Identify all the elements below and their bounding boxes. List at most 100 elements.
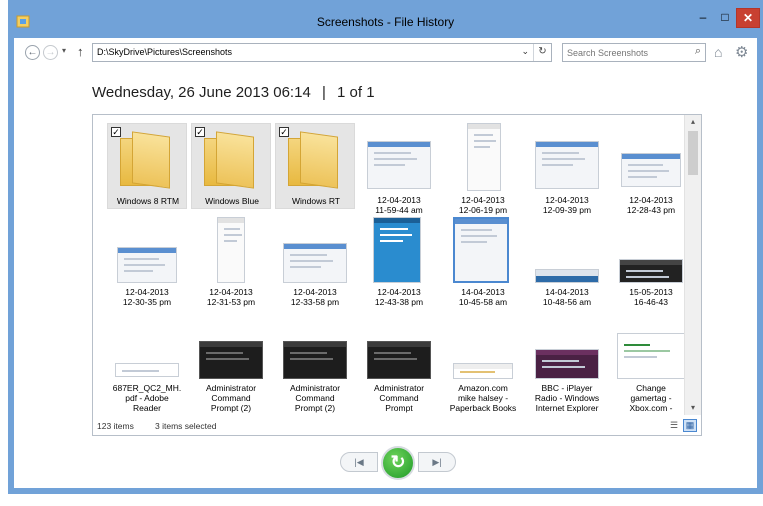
status-bar: 123 items 3 items selected ☰ ▦ <box>93 417 701 435</box>
folder-item[interactable]: ✓ Windows 8 RTM <box>107 123 187 209</box>
thumbnail <box>453 217 509 283</box>
thumbnail <box>617 333 685 379</box>
window-frame: Screenshots - File History – □ ✕ ← → ▾ ↑… <box>8 0 763 494</box>
thumbnail <box>283 243 347 283</box>
window-title: Screenshots - File History <box>316 15 455 29</box>
item-label: Administrator Command Prompt <box>373 383 425 413</box>
heading-separator: | <box>321 84 326 101</box>
item-label: Administrator Command Prompt (2) <box>289 383 341 413</box>
thumbnail <box>621 153 681 187</box>
address-path[interactable]: D:\SkyDrive\Pictures\Screenshots <box>97 47 232 57</box>
file-item[interactable]: Administrator Command Prompt (2) <box>191 311 271 415</box>
file-item[interactable]: 687ER_QC2_MH. pdf - Adobe Reader <box>107 311 187 415</box>
scroll-down-button[interactable]: ▾ <box>685 401 701 415</box>
thumbnail <box>535 269 599 283</box>
scroll-up-button[interactable]: ▴ <box>685 115 701 129</box>
file-item[interactable]: 14-04-2013 10-48-56 am <box>527 215 607 307</box>
search-input[interactable] <box>567 46 685 60</box>
item-label: 12-04-2013 12-06-19 pm <box>458 195 508 215</box>
file-item[interactable]: 12-04-2013 12-43-38 pm <box>359 215 439 307</box>
thumbnail <box>467 123 501 191</box>
navigation-bar: ← → ▾ ↑ D:\SkyDrive\Pictures\Screenshots… <box>14 38 757 68</box>
restore-button[interactable]: ↻ <box>381 446 415 480</box>
thumbnail <box>367 141 431 189</box>
item-label: Change gamertag - Xbox.com - <box>629 383 673 413</box>
file-item[interactable]: Administrator Command Prompt (2) <box>275 311 355 415</box>
item-label: 12-04-2013 12-28-43 pm <box>626 195 676 215</box>
thumbnail <box>453 363 513 379</box>
recent-locations-dropdown[interactable]: ▾ <box>62 46 66 55</box>
file-item[interactable]: 12-04-2013 12-31-53 pm <box>191 215 271 307</box>
file-item[interactable]: 12-04-2013 12-30-35 pm <box>107 215 187 307</box>
details-view-icon[interactable]: ☰ <box>667 419 681 432</box>
item-label: Windows RT <box>291 196 341 206</box>
back-button[interactable]: ← <box>25 45 40 60</box>
file-item[interactable]: 14-04-2013 10-45-58 am <box>443 215 523 307</box>
file-item[interactable]: 12-04-2013 12-28-43 pm <box>611 123 685 215</box>
forward-button[interactable]: → <box>43 45 58 60</box>
client-area: ← → ▾ ↑ D:\SkyDrive\Pictures\Screenshots… <box>14 38 757 488</box>
file-view: ✓ Windows 8 RTM ✓ Windows Blue ✓ Windows… <box>92 114 702 436</box>
gear-icon[interactable]: ⚙ <box>735 43 748 61</box>
item-label: Administrator Command Prompt (2) <box>205 383 257 413</box>
item-label: 12-04-2013 12-30-35 pm <box>122 287 172 307</box>
search-icon[interactable]: ⌕ <box>695 45 701 58</box>
item-label: 12-04-2013 12-31-53 pm <box>206 287 256 307</box>
maximize-button[interactable]: □ <box>714 8 736 28</box>
minimize-button[interactable]: – <box>692 8 714 28</box>
file-item[interactable]: 12-04-2013 12-06-19 pm <box>443 123 523 215</box>
folder-icon <box>286 131 342 189</box>
file-item[interactable]: 12-04-2013 12-09-39 pm <box>527 123 607 215</box>
scroll-thumb[interactable] <box>688 131 698 175</box>
vertical-scrollbar[interactable]: ▴ ▾ <box>684 115 701 415</box>
item-label: 14-04-2013 10-48-56 am <box>542 287 592 307</box>
item-label: 12-04-2013 12-43-38 pm <box>374 287 424 307</box>
folder-item[interactable]: ✓ Windows RT <box>275 123 355 209</box>
selected-count: 3 items selected <box>155 421 217 431</box>
item-label: Amazon.com mike halsey - Paperback Books <box>449 383 517 413</box>
thumbnail <box>535 141 599 189</box>
thumbnail <box>199 341 263 379</box>
thumbnail <box>283 341 347 379</box>
previous-version-button[interactable]: |◀ <box>340 452 378 472</box>
backup-date: Wednesday, 26 June 2013 06:14 <box>92 84 311 101</box>
item-label: 15-05-2013 16-46-43 <box>629 287 673 307</box>
large-icons-view-icon[interactable]: ▦ <box>683 419 697 432</box>
address-dropdown-icon[interactable]: ⌄ <box>521 46 529 57</box>
item-label: Windows 8 RTM <box>116 196 180 206</box>
items-grid: ✓ Windows 8 RTM ✓ Windows Blue ✓ Windows… <box>93 115 685 415</box>
file-item[interactable]: 12-04-2013 12-33-58 pm <box>275 215 355 307</box>
playback-controls: |◀ ↻ ▶| <box>340 446 456 480</box>
file-item[interactable]: BBC - iPlayer Radio - Windows Internet E… <box>527 311 607 415</box>
refresh-button[interactable]: ↻ <box>533 44 551 61</box>
next-version-button[interactable]: ▶| <box>418 452 456 472</box>
folder-icon <box>202 131 258 189</box>
close-button[interactable]: ✕ <box>736 8 760 28</box>
file-item[interactable]: Administrator Command Prompt <box>359 311 439 415</box>
item-count: 123 items <box>97 421 134 431</box>
backup-date-heading: Wednesday, 26 June 2013 06:14 | 1 of 1 <box>92 84 375 101</box>
address-bar[interactable]: D:\SkyDrive\Pictures\Screenshots ⌄ ↻ <box>92 43 552 62</box>
thumbnail <box>117 247 177 283</box>
search-box[interactable]: ⌕ <box>562 43 706 62</box>
file-item[interactable]: 15-05-2013 16-46-43 <box>611 215 685 307</box>
item-label: 12-04-2013 12-09-39 pm <box>542 195 592 215</box>
file-item[interactable]: Change gamertag - Xbox.com - <box>611 311 685 415</box>
thumbnail <box>115 363 179 377</box>
folder-item[interactable]: ✓ Windows Blue <box>191 123 271 209</box>
thumbnail <box>535 349 599 379</box>
backup-position: 1 of 1 <box>337 84 375 101</box>
file-item[interactable]: 12-04-2013 11-59-44 am <box>359 123 439 215</box>
title-bar[interactable]: Screenshots - File History – □ ✕ <box>8 0 763 38</box>
item-label: 687ER_QC2_MH. pdf - Adobe Reader <box>112 383 182 413</box>
item-label: BBC - iPlayer Radio - Windows Internet E… <box>534 383 600 413</box>
thumbnail <box>373 217 421 283</box>
thumbnail <box>217 217 245 283</box>
thumbnail <box>367 341 431 379</box>
item-label: 12-04-2013 11-59-44 am <box>375 195 423 215</box>
file-item[interactable]: Amazon.com mike halsey - Paperback Books <box>443 311 523 415</box>
up-button[interactable]: ↑ <box>77 44 84 59</box>
item-label: Windows Blue <box>205 196 259 206</box>
item-label: 12-04-2013 12-33-58 pm <box>290 287 340 307</box>
home-icon[interactable]: ⌂ <box>714 44 722 60</box>
